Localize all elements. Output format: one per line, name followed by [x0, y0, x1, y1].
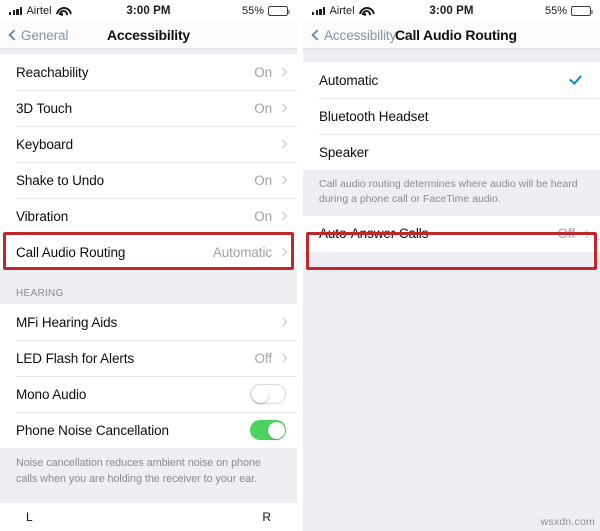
row-label: MFi Hearing Aids — [16, 314, 118, 330]
audio-route-options-group: Automatic Bluetooth Headset Speaker — [303, 62, 600, 170]
option-speaker[interactable]: Speaker — [303, 134, 600, 170]
back-button-label: General — [21, 27, 69, 43]
section-header-hearing: HEARING — [0, 270, 297, 304]
chevron-right-icon — [278, 175, 288, 185]
carrier-label: Airtel — [26, 5, 52, 17]
nav-bar-right: Accessibility Call Audio Routing — [303, 22, 600, 49]
back-button-accessibility[interactable]: Accessibility — [311, 28, 396, 43]
row-label: Keyboard — [16, 136, 73, 152]
nav-bar-left: General Accessibility — [0, 22, 297, 49]
noise-cancellation-note: Noise cancellation reduces ambient noise… — [0, 448, 297, 498]
left-content-area: Reachability On 3D Touch On Keyboard Sha… — [0, 49, 297, 531]
row-label: Phone Noise Cancellation — [16, 422, 169, 438]
chevron-right-icon — [278, 67, 288, 77]
chevron-left-icon — [8, 29, 20, 41]
left-phone-screen: Airtel 3:00 PM 55% General Accessibility… — [0, 0, 297, 531]
row-value: On — [254, 172, 272, 188]
carrier-label: Airtel — [329, 5, 355, 17]
row-label: Vibration — [16, 208, 69, 224]
mono-audio-toggle[interactable] — [250, 384, 286, 404]
status-bar-left: Airtel 3:00 PM 55% — [0, 0, 297, 22]
wifi-icon — [359, 7, 371, 16]
chevron-right-icon — [278, 139, 288, 149]
row-label: Shake to Undo — [16, 172, 105, 188]
chevron-right-icon — [278, 353, 288, 363]
battery-percent-label: 55% — [544, 5, 567, 17]
row-label: LED Flash for Alerts — [16, 350, 135, 366]
row-mono-audio[interactable]: Mono Audio — [0, 376, 297, 412]
row-auto-answer-calls[interactable]: Auto-Answer Calls Off — [303, 215, 600, 252]
auto-answer-group: Auto-Answer Calls Off — [303, 215, 600, 252]
status-bar-left-group: Airtel — [9, 5, 68, 17]
checkmark-icon — [569, 72, 582, 85]
back-button-label: Accessibility — [324, 27, 397, 43]
row-label: Call Audio Routing — [16, 244, 126, 260]
right-phone-screen: Airtel 3:00 PM 55% Accessibility Call Au… — [303, 0, 600, 531]
battery-icon — [571, 6, 593, 16]
balance-left-label: L — [26, 510, 33, 524]
option-automatic[interactable]: Automatic — [303, 62, 600, 98]
signal-bars-icon — [9, 7, 23, 15]
battery-icon — [268, 6, 290, 16]
status-bar-left-group: Airtel — [312, 5, 371, 17]
row-reachability[interactable]: Reachability On — [0, 54, 297, 90]
general-settings-group: Reachability On 3D Touch On Keyboard Sha… — [0, 54, 297, 270]
chevron-right-icon — [278, 247, 288, 257]
row-3d-touch[interactable]: 3D Touch On — [0, 90, 297, 126]
row-value: On — [254, 100, 272, 116]
row-label: 3D Touch — [16, 100, 72, 116]
page-title: Call Audio Routing — [395, 27, 517, 43]
row-value: Automatic — [212, 244, 272, 260]
option-label: Automatic — [319, 72, 379, 88]
chevron-right-icon — [278, 317, 288, 327]
row-phone-noise-cancellation[interactable]: Phone Noise Cancellation — [0, 412, 297, 448]
wifi-icon — [56, 7, 68, 16]
phone-noise-cancellation-toggle[interactable] — [250, 420, 286, 440]
chevron-right-icon — [278, 211, 288, 221]
hearing-settings-group: MFi Hearing Aids LED Flash for Alerts Of… — [0, 304, 297, 448]
row-label: Auto-Answer Calls — [319, 226, 429, 242]
row-shake-to-undo[interactable]: Shake to Undo On — [0, 162, 297, 198]
chevron-right-icon — [278, 103, 288, 113]
chevron-left-icon — [311, 29, 323, 41]
row-value: Off — [254, 350, 273, 366]
call-audio-routing-note: Call audio routing determines where audi… — [303, 170, 600, 216]
option-label: Speaker — [319, 144, 369, 160]
signal-bars-icon — [312, 7, 326, 15]
row-value: On — [254, 64, 272, 80]
right-content-area: Automatic Bluetooth Headset Speaker Call… — [303, 49, 600, 531]
battery-percent-label: 55% — [241, 5, 264, 17]
status-bar-right: Airtel 3:00 PM 55% — [303, 0, 600, 22]
row-value: On — [254, 208, 272, 224]
watermark-label: wsxdn.com — [540, 516, 595, 528]
status-bar-right-group: 55% — [544, 5, 593, 17]
row-keyboard[interactable]: Keyboard — [0, 126, 297, 162]
row-label: Mono Audio — [16, 386, 87, 402]
row-call-audio-routing[interactable]: Call Audio Routing Automatic — [0, 234, 297, 270]
option-label: Bluetooth Headset — [319, 108, 429, 124]
option-bluetooth-headset[interactable]: Bluetooth Headset — [303, 98, 600, 134]
row-mfi-hearing-aids[interactable]: MFi Hearing Aids — [0, 304, 297, 340]
row-value: Off — [557, 226, 576, 242]
row-label: Reachability — [16, 64, 89, 80]
status-bar-right-group: 55% — [241, 5, 290, 17]
balance-slider-labels: L R — [0, 503, 297, 531]
chevron-right-icon — [581, 229, 591, 239]
row-vibration[interactable]: Vibration On — [0, 198, 297, 234]
back-button-general[interactable]: General — [8, 28, 68, 43]
balance-right-label: R — [262, 510, 271, 524]
row-led-flash-for-alerts[interactable]: LED Flash for Alerts Off — [0, 340, 297, 376]
screenshot-root: Airtel 3:00 PM 55% General Accessibility… — [0, 0, 600, 531]
